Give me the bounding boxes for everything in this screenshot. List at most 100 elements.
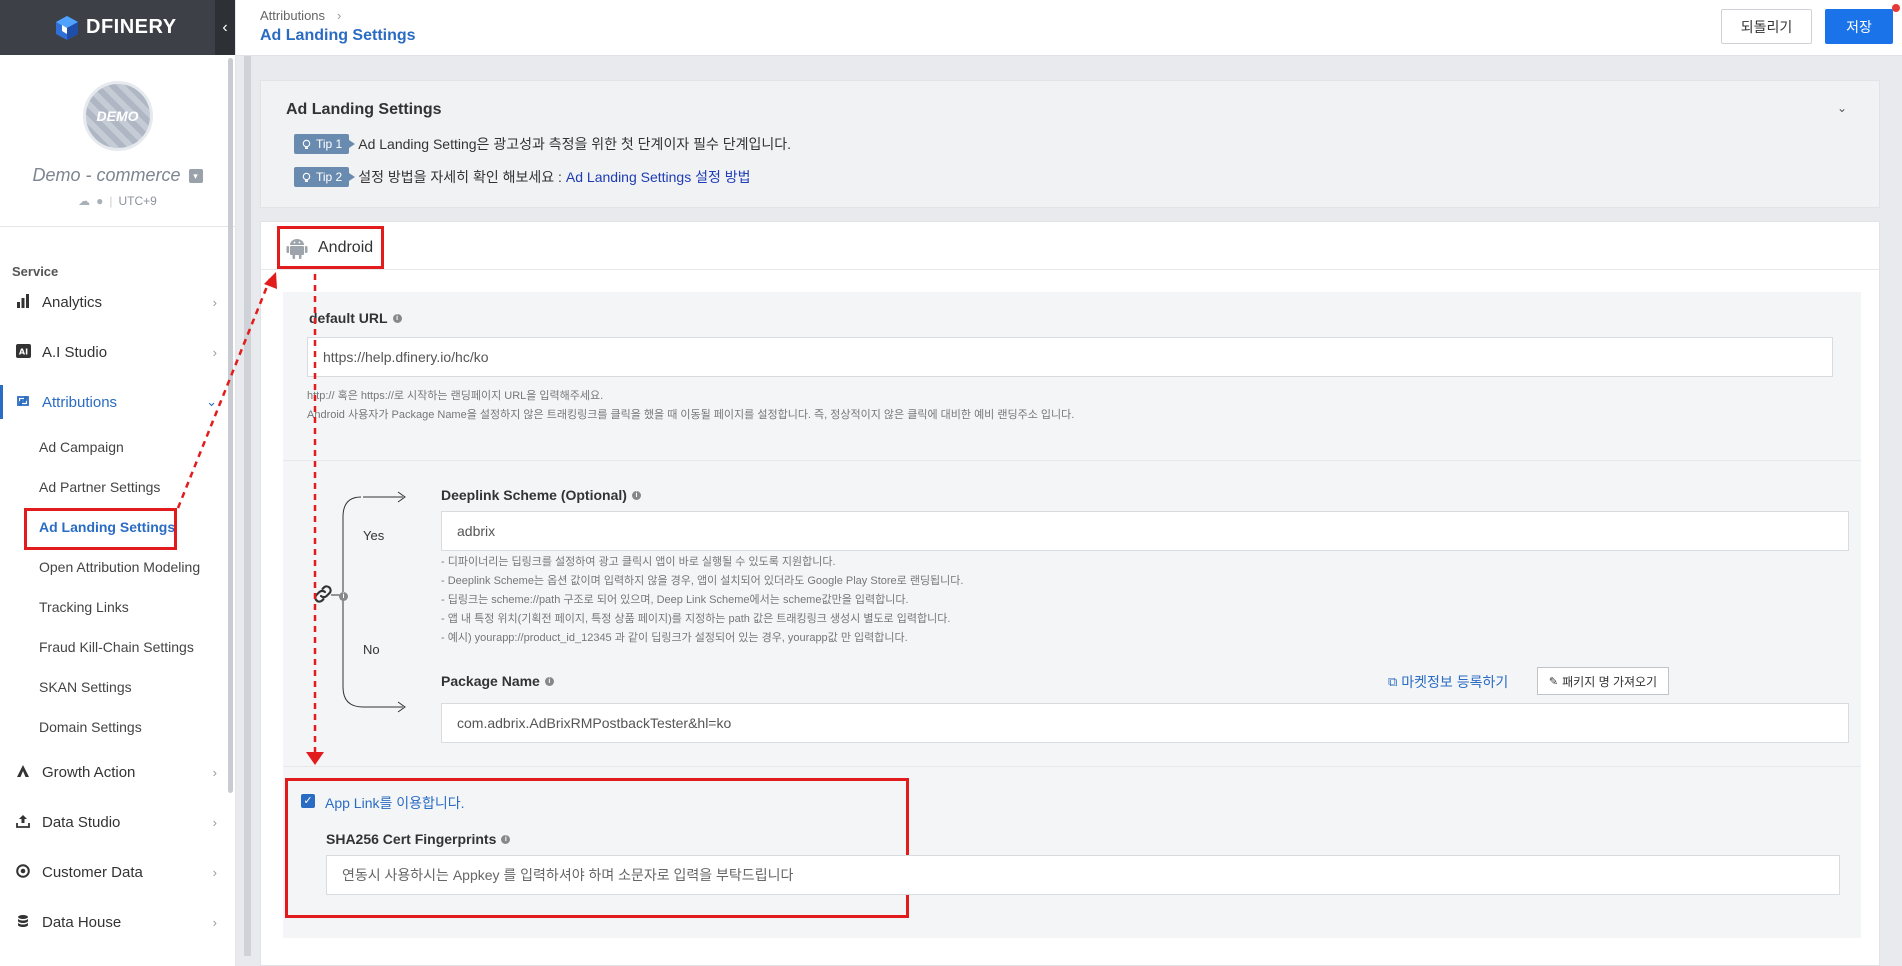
breadcrumb-chevron-icon: › (337, 8, 342, 23)
profile: DEMO Demo - commerce ▾ ☁ ● | UTC+9 (0, 55, 235, 255)
lightbulb-icon (302, 172, 311, 182)
chevron-right-icon: › (212, 294, 217, 310)
default-url-label-row: default URL i (309, 310, 402, 326)
sidebar-nav: Analytics › AI A.I Studio › Attributions… (0, 277, 235, 947)
sidebar-item-customer-data[interactable]: Customer Data › (0, 847, 235, 897)
sidebar-item-analytics[interactable]: Analytics › (0, 277, 235, 327)
sidebar-subitem-skan-settings[interactable]: SKAN Settings (0, 667, 235, 707)
database-icon (14, 914, 32, 931)
deeplink-scheme-input[interactable]: adbrix (441, 511, 1849, 551)
help-line: - 딥링크는 scheme://path 구조로 되어 있으며, Deep Li… (441, 594, 909, 606)
tip-row-2: Tip 2 설정 방법을 자세히 확인 해보세요 : Ad Landing Se… (294, 167, 751, 187)
sidebar-collapse-button[interactable]: ‹ (215, 0, 235, 55)
settings-guide-link[interactable]: Ad Landing Settings 설정 방법 (566, 167, 751, 187)
brand-name: DFINERY (86, 16, 177, 38)
sidebar-item-ai-studio[interactable]: AI A.I Studio › (0, 327, 235, 377)
sha-label-row: SHA256 Cert Fingerprints i (326, 831, 511, 847)
tip-badge-label: Tip 1 (316, 137, 343, 151)
sidebar-item-data-house[interactable]: Data House › (0, 897, 235, 947)
save-button[interactable]: 저장 (1825, 9, 1893, 44)
android-card: Android default URL i https://help.dfine… (260, 221, 1880, 966)
deeplink-help: - 디파이너리는 딥링크를 설정하여 광고 클릭시 앱이 바로 실행될 수 있도… (441, 553, 963, 648)
sidebar-subitem-open-attribution-modeling[interactable]: Open Attribution Modeling (0, 547, 235, 587)
deeplink-label: Deeplink Scheme (Optional) (441, 487, 627, 503)
target-icon (14, 863, 32, 881)
chevron-right-icon: › (212, 864, 217, 880)
package-name-label: Package Name (441, 673, 540, 689)
deeplink-label-row: Deeplink Scheme (Optional) i (441, 487, 641, 503)
package-label-row: Package Name i (441, 673, 554, 689)
help-line: - Deeplink Scheme는 옵션 값이며 입력하지 않을 경우, 앱이… (441, 575, 964, 587)
help-line: - 예시) yourapp://product_id_12345 과 같이 딥링… (441, 632, 908, 644)
android-icon (286, 238, 308, 259)
chevron-right-icon: › (212, 344, 217, 360)
market-info-link[interactable]: ⧉ 마켓정보 등록하기 (1388, 672, 1508, 692)
sha256-label: SHA256 Cert Fingerprints (326, 831, 497, 847)
notification-dot (1892, 4, 1900, 12)
sidebar-subitem-ad-partner-settings[interactable]: Ad Partner Settings (0, 467, 235, 507)
info-icon[interactable]: i (631, 490, 641, 500)
sidebar-item-label: Analytics (42, 293, 103, 311)
dfinery-logo-icon (56, 15, 78, 40)
magic-wand-icon: ✎ (1548, 675, 1559, 688)
sidebar-item-attributions[interactable]: Attributions ⌄ (0, 377, 235, 427)
info-icon[interactable]: i (339, 592, 348, 601)
tip-badge: Tip 2 (294, 167, 356, 187)
main-scroll-track (244, 56, 251, 956)
branch-yes-label: Yes (363, 528, 385, 543)
attribution-icon (14, 394, 32, 411)
tip-text: Ad Landing Setting은 광고성과 측정을 위한 첫 단계이자 필… (358, 136, 792, 152)
android-title: Android (318, 238, 374, 256)
applink-checkbox[interactable]: ✓ (301, 794, 315, 808)
meta-divider: | (109, 194, 113, 208)
sidebar-item-label: Customer Data (42, 863, 143, 881)
sidebar: DFINERY ‹ DEMO Demo - commerce ▾ ☁ ● | U… (0, 0, 236, 966)
deeplink-section: Yes No i Deeplink Scheme (Optional) i ad… (283, 460, 1861, 766)
applink-checkbox-label[interactable]: App Link를 이용합니다. (325, 793, 465, 813)
help-line: - 앱 내 특정 위치(기획전 페이지, 특정 상품 페이지)를 지정하는 pa… (441, 613, 951, 625)
growth-action-icon (14, 764, 32, 781)
sidebar-item-label: Data Studio (42, 813, 121, 831)
sidebar-item-growth-action[interactable]: Growth Action › (0, 747, 235, 797)
timezone: UTC+9 (118, 194, 157, 208)
sidebar-item-data-studio[interactable]: Data Studio › (0, 797, 235, 847)
apple-platform-icon: ● (96, 194, 104, 208)
breadcrumb-attributions[interactable]: Attributions (260, 8, 325, 23)
sidebar-subitem-tracking-links[interactable]: Tracking Links (0, 587, 235, 627)
app-dropdown-icon[interactable]: ▾ (188, 168, 203, 183)
tip-badge: Tip 1 (294, 134, 356, 154)
sidebar-item-label: Data House (42, 913, 122, 931)
branch-no-label: No (363, 642, 380, 657)
sidebar-subitem-ad-campaign[interactable]: Ad Campaign (0, 427, 235, 467)
info-icon[interactable]: i (501, 834, 511, 844)
fetch-package-button[interactable]: ✎ 패키지 명 가져오기 (1537, 667, 1669, 695)
profile-name-row[interactable]: Demo - commerce ▾ (0, 165, 235, 186)
info-icon[interactable]: i (544, 676, 554, 686)
sha256-input[interactable]: 연동시 사용하시는 Appkey 를 입력하셔야 하며 소문자로 입력을 부탁드… (326, 855, 1840, 895)
package-name-input[interactable]: com.adbrix.AdBrixRMPostbackTester&hl=ko (441, 703, 1849, 743)
card-title: Ad Landing Settings (286, 101, 442, 118)
sidebar-subitem-fraud-kill-chain[interactable]: Fraud Kill-Chain Settings (0, 627, 235, 667)
ad-landing-settings-card: Ad Landing Settings ⌄ Tip 1 Ad Landing S… (260, 80, 1880, 208)
topbar: Attributions › Ad Landing Settings 되돌리기 저… (236, 0, 1902, 56)
svg-text:AI: AI (18, 347, 27, 356)
android-header: Android (261, 222, 1879, 270)
sidebar-subitem-domain-settings[interactable]: Domain Settings (0, 707, 235, 747)
help-line: Android 사용자가 Package Name을 설정하지 않은 트래킹링크… (307, 409, 1075, 421)
profile-meta: ☁ ● | UTC+9 (0, 194, 235, 208)
logo-bar: DFINERY ‹ (0, 0, 235, 55)
lightbulb-icon (302, 139, 311, 149)
chevron-down-icon[interactable]: ⌄ (1837, 101, 1847, 115)
fetch-package-label: 패키지 명 가져오기 (1562, 674, 1658, 689)
revert-button[interactable]: 되돌리기 (1721, 9, 1812, 44)
help-line: http:// 혹은 https://로 시작하는 랜딩페이지 URL을 입력해… (307, 390, 604, 402)
tip-text: 설정 방법을 자세히 확인 해보세요 : (358, 169, 562, 185)
profile-divider (0, 226, 235, 227)
default-url-input[interactable]: https://help.dfinery.io/hc/ko (307, 337, 1833, 377)
sidebar-scrollbar[interactable] (228, 58, 233, 793)
external-link-icon: ⧉ (1388, 674, 1398, 689)
info-icon[interactable]: i (392, 313, 402, 323)
market-info-label: 마켓정보 등록하기 (1401, 674, 1509, 690)
sidebar-item-label: Growth Action (42, 763, 136, 781)
android-platform-icon: ☁ (78, 194, 91, 208)
